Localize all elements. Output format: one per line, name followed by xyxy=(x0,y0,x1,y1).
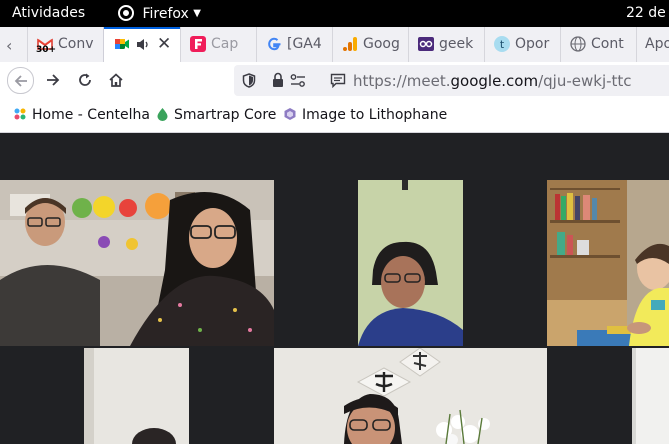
screen-share-icon[interactable] xyxy=(330,73,346,88)
bookmark-smartrap-core[interactable]: Smartrap Core xyxy=(156,107,276,123)
url-prefix: https://meet. xyxy=(353,72,451,90)
f-app-icon xyxy=(190,36,206,52)
participant-video-frame xyxy=(0,180,274,346)
svg-text:t: t xyxy=(500,38,505,51)
purple-hex-icon xyxy=(284,108,296,120)
tab-strip: ‹ 30+ Conv ✕ Cap [GA4 Goog geek t Opor C… xyxy=(0,27,669,63)
home-button[interactable] xyxy=(103,67,129,93)
tab-label: Goog xyxy=(363,36,400,52)
tab-label: Opor xyxy=(515,36,550,52)
participant-video-tile[interactable] xyxy=(358,180,463,346)
url-domain: google.com xyxy=(450,72,539,90)
participant-video-frame xyxy=(632,348,669,444)
geek-icon xyxy=(418,37,434,51)
tab-ga4[interactable]: [GA4 xyxy=(256,27,333,62)
home-icon xyxy=(109,73,123,87)
tab-opor[interactable]: t Opor xyxy=(484,27,561,62)
participant-video-tile[interactable] xyxy=(547,180,669,346)
bookmark-image-to-lithophane[interactable]: Image to Lithophane xyxy=(283,107,447,123)
back-button[interactable] xyxy=(7,67,34,94)
green-drop-icon xyxy=(157,108,168,121)
bookmark-label: Image to Lithophane xyxy=(302,107,448,123)
tab-label: Cont xyxy=(591,36,624,52)
reload-icon xyxy=(79,73,91,86)
participant-video-frame xyxy=(547,180,669,346)
lock-icon[interactable] xyxy=(272,72,284,88)
reload-button[interactable] xyxy=(72,67,98,93)
close-tab-icon[interactable]: ✕ xyxy=(157,34,171,54)
participant-video-frame xyxy=(84,348,189,444)
tab-google-meet[interactable]: ✕ xyxy=(103,27,181,62)
participant-video-frame xyxy=(358,180,463,346)
bookmarks-toolbar: Home - Centelha Smartrap Core Image to L… xyxy=(0,98,669,133)
tab-google-analytics[interactable]: Goog xyxy=(332,27,409,62)
url-path: /qju-ewkj-ttc xyxy=(538,72,632,90)
speaker-icon[interactable] xyxy=(136,38,150,51)
permissions-icon[interactable] xyxy=(290,73,306,88)
tab-cap[interactable]: Cap xyxy=(180,27,257,62)
tab-label: Conv xyxy=(58,36,94,52)
tab-label: [GA4 xyxy=(287,36,322,52)
google-icon xyxy=(268,37,281,51)
tab-label: Cap xyxy=(211,36,239,52)
meet-video-grid xyxy=(0,133,669,444)
arrow-right-icon xyxy=(47,74,60,86)
centelha-icon xyxy=(14,108,26,120)
google-meet-icon xyxy=(115,39,129,49)
tab-label: Apo xyxy=(645,36,669,52)
shield-icon[interactable] xyxy=(242,73,256,88)
forward-button[interactable] xyxy=(40,67,66,93)
tab-apo[interactable]: Apo xyxy=(636,27,669,62)
tab-geek[interactable]: geek xyxy=(408,27,485,62)
tab-label: geek xyxy=(439,36,474,52)
bookmark-label: Home - Centelha xyxy=(32,107,151,123)
t-icon: t xyxy=(494,36,510,52)
unread-badge: 30+ xyxy=(36,45,57,55)
firefox-app-menu[interactable]: Firefox ▼ xyxy=(118,5,201,22)
url-bar[interactable]: https://meet.google.com/qju-ewkj-ttc xyxy=(234,65,669,96)
firefox-icon xyxy=(118,5,134,21)
participant-video-tile[interactable] xyxy=(632,348,669,444)
scroll-tabs-left-icon[interactable]: ‹ xyxy=(6,36,12,55)
navigation-bar: https://meet.google.com/qju-ewkj-ttc xyxy=(0,62,669,98)
arrow-left-icon xyxy=(14,75,27,87)
participant-video-tile[interactable] xyxy=(274,348,547,444)
analytics-icon xyxy=(343,37,357,51)
app-name: Firefox xyxy=(142,6,189,22)
participant-video-tile[interactable] xyxy=(84,348,189,444)
chevron-down-icon: ▼ xyxy=(193,8,201,19)
tab-cont[interactable]: Cont xyxy=(560,27,637,62)
participant-video-frame xyxy=(274,348,547,444)
activities-button[interactable]: Atividades xyxy=(12,5,85,21)
globe-icon xyxy=(570,36,586,52)
clock[interactable]: 22 de xyxy=(626,5,666,21)
tab-gmail[interactable]: 30+ Conv xyxy=(27,27,103,62)
bookmark-home-centelha[interactable]: Home - Centelha xyxy=(13,107,150,123)
system-top-bar: Atividades Firefox ▼ 22 de xyxy=(0,0,669,27)
bookmark-label: Smartrap Core xyxy=(174,107,277,123)
url-text[interactable]: https://meet.google.com/qju-ewkj-ttc xyxy=(353,72,632,90)
participant-video-tile[interactable] xyxy=(0,180,274,346)
